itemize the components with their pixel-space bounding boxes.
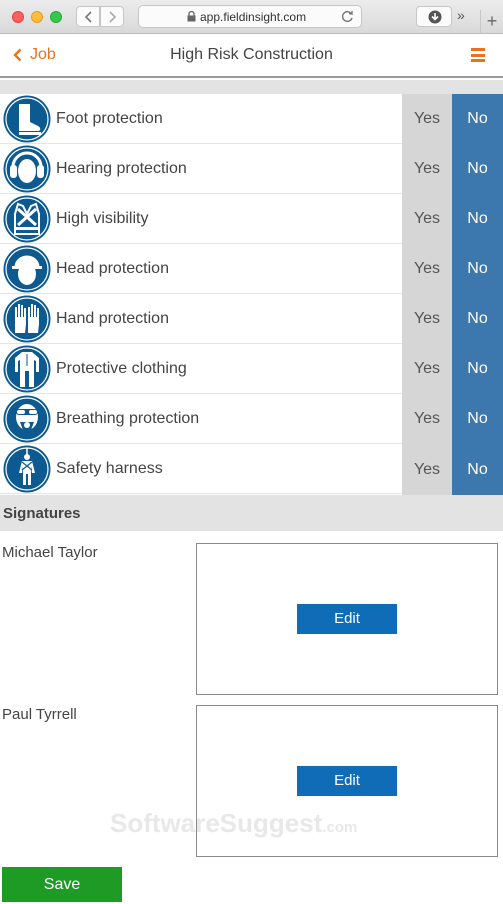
no-button[interactable]: No (452, 344, 503, 394)
hard-hat-icon (3, 245, 51, 293)
yes-button[interactable]: Yes (402, 144, 452, 194)
yes-button[interactable]: Yes (402, 244, 452, 294)
no-button[interactable]: No (452, 394, 503, 444)
ppe-row-protective-clothing: Protective clothing Yes No (0, 344, 503, 394)
minimize-window-button[interactable] (31, 11, 43, 23)
save-button[interactable]: Save (2, 867, 122, 902)
ppe-row-hearing-protection: Hearing protection Yes No (0, 144, 503, 194)
url-text: app.fieldinsight.com (200, 10, 307, 24)
yes-button[interactable]: Yes (402, 394, 452, 444)
ppe-row-safety-harness: Safety harness Yes No (0, 444, 503, 495)
ppe-row-breathing-protection: Breathing protection Yes No (0, 394, 503, 444)
zoom-window-button[interactable] (50, 11, 62, 23)
browser-back-button[interactable] (76, 6, 100, 27)
hi-vis-vest-icon (3, 195, 51, 243)
ppe-label: High visibility (56, 210, 149, 227)
no-button[interactable]: No (452, 194, 503, 244)
yes-button[interactable]: Yes (402, 344, 452, 394)
ppe-list: Foot protection Yes No Hearing protectio… (0, 94, 503, 495)
edit-signature-button[interactable]: Edit (297, 604, 397, 634)
ppe-row-hand-protection: Hand protection Yes No (0, 294, 503, 344)
no-button[interactable]: No (452, 94, 503, 144)
back-to-job-link[interactable]: Job (13, 46, 56, 64)
address-bar[interactable]: app.fieldinsight.com (138, 5, 362, 28)
ppe-row-high-visibility: High visibility Yes No (0, 194, 503, 244)
browser-toolbar: app.fieldinsight.com » + (0, 0, 503, 34)
reload-icon[interactable] (341, 10, 354, 23)
edit-signature-button[interactable]: Edit (297, 766, 397, 796)
yes-button[interactable]: Yes (402, 94, 452, 144)
ppe-label: Head protection (56, 260, 169, 277)
harness-icon (3, 445, 51, 493)
ppe-label: Foot protection (56, 110, 163, 127)
signature-box[interactable]: Edit (196, 543, 498, 695)
boot-icon (3, 95, 51, 143)
watermark-brand: SoftwareSuggest (110, 808, 323, 838)
section-divider (0, 80, 503, 94)
download-icon (428, 10, 442, 24)
ppe-row-head-protection: Head protection Yes No (0, 244, 503, 294)
no-button[interactable]: No (452, 444, 503, 495)
yes-button[interactable]: Yes (402, 444, 452, 495)
app-header: High Risk Construction Job (0, 34, 503, 78)
ppe-label: Breathing protection (56, 410, 200, 427)
ppe-label: Safety harness (56, 460, 163, 477)
signer-name: Michael Taylor (2, 544, 98, 561)
ppe-label: Hearing protection (56, 160, 187, 177)
respirator-icon (3, 395, 51, 443)
no-button[interactable]: No (452, 294, 503, 344)
chevron-left-icon (84, 11, 92, 23)
hamburger-menu-icon[interactable] (471, 48, 485, 62)
no-button[interactable]: No (452, 244, 503, 294)
no-button[interactable]: No (452, 144, 503, 194)
chevron-left-icon (13, 48, 22, 62)
ppe-label: Hand protection (56, 310, 169, 327)
ear-muffs-icon (3, 145, 51, 193)
page-title: High Risk Construction (170, 46, 333, 63)
close-window-button[interactable] (12, 11, 24, 23)
coverall-icon (3, 345, 51, 393)
signatures-heading: Signatures (0, 495, 503, 531)
yes-button[interactable]: Yes (402, 294, 452, 344)
chevron-right-icon (109, 11, 117, 23)
ppe-row-foot-protection: Foot protection Yes No (0, 94, 503, 144)
downloads-button[interactable] (416, 6, 452, 27)
gloves-icon (3, 295, 51, 343)
watermark: SoftwareSuggest.com (110, 808, 357, 839)
more-toolbar-items-button[interactable]: » (457, 7, 465, 23)
back-link-label: Job (30, 46, 56, 63)
browser-forward-button[interactable] (100, 6, 124, 27)
lock-icon (187, 11, 196, 22)
watermark-suffix: .com (322, 819, 358, 836)
signer-name: Paul Tyrrell (2, 706, 77, 723)
yes-button[interactable]: Yes (402, 194, 452, 244)
ppe-label: Protective clothing (56, 360, 187, 377)
new-tab-button[interactable]: + (480, 10, 503, 34)
